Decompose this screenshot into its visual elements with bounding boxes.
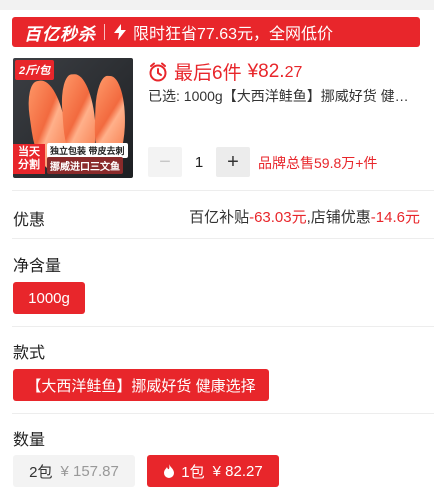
fire-icon bbox=[164, 464, 175, 478]
price-main: ¥82. bbox=[247, 60, 285, 82]
price-cents: 27 bbox=[284, 63, 303, 81]
option-label: 1包 bbox=[181, 463, 205, 481]
discount-title: 优惠 bbox=[13, 212, 46, 229]
flash-sale-logo: 百亿秒杀 bbox=[24, 24, 96, 44]
flash-sale-banner: 百亿秒杀 限时狂省77.63元，全网低价 bbox=[12, 17, 420, 47]
net-content-title: 净含量 bbox=[13, 258, 62, 275]
top-strip bbox=[0, 0, 434, 10]
shop-discount-label: ,店铺优惠 bbox=[306, 209, 371, 226]
countdown-price: 最后6件 ¥82.27 bbox=[148, 58, 302, 85]
net-content-option-1000g[interactable]: 1000g bbox=[13, 282, 85, 314]
banner-text: 限时狂省77.63元，全网低价 bbox=[133, 26, 334, 43]
origin-badge: 挪威进口三文鱼 bbox=[47, 157, 123, 174]
quantity-stepper: − 1 + bbox=[148, 147, 250, 177]
option-price: ¥ 82.27 bbox=[212, 462, 263, 480]
product-thumbnail[interactable]: 2斤/包 当天 分割 独立包装 带皮去刺 挪威进口三文鱼 bbox=[13, 58, 133, 178]
packaging-badge: 独立包装 带皮去刺 bbox=[47, 143, 128, 158]
quantity-option-1-pack[interactable]: 1包 ¥ 82.27 bbox=[147, 455, 279, 487]
divider bbox=[12, 238, 434, 239]
stock-remaining: 最后6件 bbox=[174, 63, 242, 84]
quantity-value[interactable]: 1 bbox=[182, 154, 216, 171]
divider bbox=[12, 413, 434, 414]
same-day-badge: 当天 分割 bbox=[13, 144, 45, 174]
weight-tag: 2斤/包 bbox=[15, 60, 55, 80]
brand-sales-count: 品牌总售59.8万+件 bbox=[258, 155, 378, 171]
subsidy-amount: -63.03元 bbox=[249, 209, 307, 226]
style-title: 款式 bbox=[13, 345, 46, 362]
decrease-quantity-button[interactable]: − bbox=[148, 147, 182, 177]
increase-quantity-button[interactable]: + bbox=[216, 147, 250, 177]
alarm-clock-icon bbox=[149, 62, 167, 81]
discount-details[interactable]: 百亿补贴-63.03元,店铺优惠-14.6元 bbox=[189, 206, 420, 227]
quantity-title: 数量 bbox=[13, 432, 46, 449]
quantity-option-2-packs[interactable]: 2包 ¥ 157.87 bbox=[13, 455, 135, 487]
product-price: ¥82.27 bbox=[248, 61, 303, 83]
selected-variant-text: 已选: 1000g【大西洋鲑鱼】挪威好货 健康选择 bbox=[148, 88, 418, 104]
option-label: 2包 bbox=[29, 463, 53, 481]
subsidy-label: 百亿补贴 bbox=[189, 209, 250, 226]
style-option-atlantic-salmon[interactable]: 【大西洋鲑鱼】挪威好货 健康选择 bbox=[13, 369, 269, 401]
lightning-icon bbox=[114, 24, 126, 40]
banner-divider bbox=[104, 24, 105, 40]
option-price: ¥ 157.87 bbox=[60, 462, 119, 480]
shop-discount-amount: -14.6元 bbox=[370, 209, 420, 226]
divider bbox=[12, 190, 434, 191]
divider bbox=[12, 326, 434, 327]
